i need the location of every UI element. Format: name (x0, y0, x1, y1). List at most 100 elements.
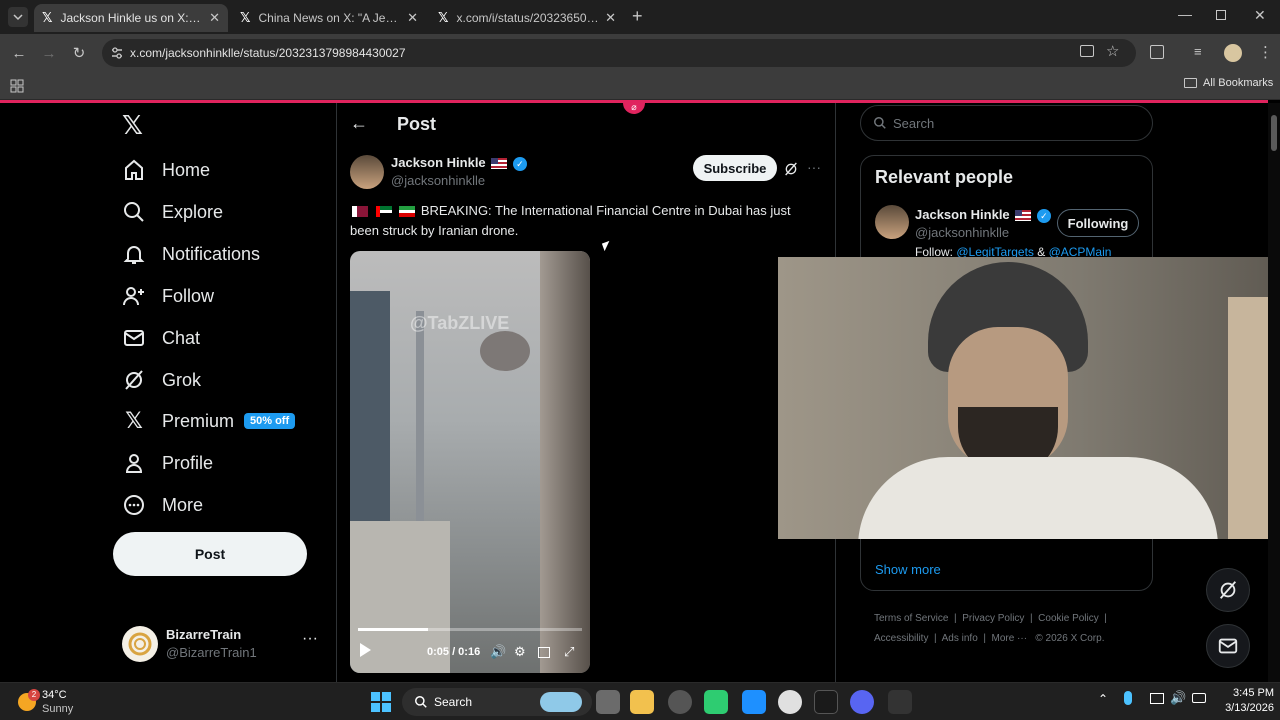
person-icon (120, 451, 148, 475)
play-button[interactable] (360, 643, 371, 657)
app-icon[interactable] (814, 690, 838, 714)
show-more-link[interactable]: Show more (875, 562, 941, 577)
new-tab-button[interactable]: + (632, 6, 643, 27)
person-avatar[interactable] (875, 205, 909, 239)
all-bookmarks-button[interactable]: All Bookmarks (1184, 77, 1273, 89)
app-icon[interactable] (704, 690, 728, 714)
microphone-icon[interactable] (1124, 691, 1132, 705)
weather-temp: 34°C (42, 689, 67, 701)
volume-icon[interactable]: 🔊 (1170, 690, 1186, 706)
search-highlight-icon (540, 692, 582, 712)
video-progress-track[interactable] (358, 628, 582, 631)
media-control-icon[interactable]: ≡ (1194, 44, 1202, 59)
apps-grid-icon[interactable] (10, 79, 24, 93)
forward-button[interactable]: → (38, 42, 60, 64)
sidebar-item-profile[interactable]: Profile (120, 445, 213, 481)
clock-time[interactable]: 3:45 PM (1214, 687, 1274, 699)
window-close-button[interactable]: ✕ (1254, 7, 1266, 24)
tweet-body: BREAKING: The International Financial Ce… (350, 203, 791, 238)
reload-button[interactable]: ↻ (68, 42, 90, 64)
close-icon[interactable]: ✕ (605, 10, 616, 26)
tray-overflow-icon[interactable]: ⌃ (1098, 692, 1108, 706)
post-column: ← Post Jackson Hinkle ✓ @jacksonhinklle … (336, 103, 836, 683)
footer-link[interactable]: More ··· (992, 633, 1028, 644)
extensions-icon[interactable] (1150, 45, 1164, 59)
browser-tab-bar: 𝕏 Jackson Hinkle us on X: "🇦🇪 AE 🇮 ✕ 𝕏 C… (0, 0, 1280, 34)
windows-taskbar: 2 34°C Sunny Search ⌃ 🔊 3:45 PM 3/13/202… (0, 682, 1280, 720)
sidebar-item-home[interactable]: Home (120, 152, 210, 188)
grok-icon[interactable] (783, 161, 799, 177)
footer-link[interactable]: Terms of Service (874, 613, 948, 624)
x-logo-icon[interactable]: 𝕏 (122, 110, 143, 141)
search-input[interactable]: Search (860, 105, 1153, 141)
battery-icon[interactable] (1192, 693, 1206, 703)
app-icon[interactable] (742, 690, 766, 714)
search-icon (415, 696, 427, 708)
close-icon[interactable]: ✕ (209, 10, 220, 26)
footer-link[interactable]: Privacy Policy (962, 613, 1024, 624)
footer-link[interactable]: Ads info (942, 633, 978, 644)
account-switcher[interactable]: BizarreTrain @BizarreTrain1 ··· (120, 622, 320, 666)
task-view-icon[interactable] (596, 690, 620, 714)
author-name-row[interactable]: Jackson Hinkle ✓ (391, 155, 527, 171)
footer-links: Terms of Service | Privacy Policy | Cook… (874, 613, 1107, 644)
menu-kebab-icon[interactable]: ⋮ (1258, 43, 1273, 61)
pip-icon[interactable] (538, 647, 550, 658)
chrome-icon[interactable] (778, 690, 802, 714)
file-explorer-icon[interactable] (630, 690, 654, 714)
volume-icon[interactable]: 🔊 (490, 644, 506, 660)
grok-float-button[interactable] (1206, 568, 1250, 612)
sidebar-item-grok[interactable]: Grok (120, 362, 201, 398)
following-button[interactable]: Following (1057, 209, 1139, 237)
us-flag-icon (1015, 210, 1032, 222)
footer-link[interactable]: Cookie Policy (1038, 613, 1099, 624)
back-button[interactable]: ← (8, 42, 30, 64)
browser-tab[interactable]: 𝕏 x.com/i/status/20323650729708 ✕ (430, 4, 624, 32)
author-avatar[interactable] (350, 155, 384, 189)
fullscreen-icon[interactable]: ⤢ (564, 644, 574, 660)
sidebar-item-more[interactable]: More (120, 487, 203, 523)
back-arrow-icon[interactable]: ← (350, 113, 368, 134)
messages-float-button[interactable] (1206, 624, 1250, 668)
weather-desc: Sunny (42, 703, 74, 715)
sidebar-item-chat[interactable]: Chat (120, 320, 200, 356)
home-icon (120, 158, 148, 182)
more-dots-icon[interactable]: ··· (302, 630, 318, 648)
taskbar-search[interactable]: Search (402, 688, 592, 716)
close-icon[interactable]: ✕ (407, 10, 418, 26)
network-icon[interactable] (1150, 693, 1164, 704)
clock-date[interactable]: 3/13/2026 (1214, 702, 1274, 714)
bookmark-star-icon[interactable]: ☆ (1106, 42, 1119, 60)
sidebar-item-label: Notifications (162, 243, 261, 264)
settings-gear-icon[interactable]: ⚙ (514, 644, 526, 660)
sidebar-item-notifications[interactable]: Notifications (120, 236, 260, 272)
page-scrollbar[interactable] (1268, 103, 1280, 682)
maximize-button[interactable] (1216, 10, 1226, 20)
sidebar-item-label: Premium (162, 410, 235, 431)
video-player[interactable]: @TabZLIVE 0:05 / 0:16 🔊 ⚙ ⤢ (350, 251, 590, 673)
person-name-row[interactable]: Jackson Hinkle ✓ (915, 207, 1051, 223)
more-dots-icon[interactable]: ··· (807, 159, 821, 175)
footer-link[interactable]: Accessibility (874, 633, 928, 644)
webcam-overlay (778, 257, 1280, 539)
sidebar-item-explore[interactable]: Explore (120, 194, 223, 230)
browser-tab[interactable]: 𝕏 Jackson Hinkle us on X: "🇦🇪 AE 🇮 ✕ (34, 4, 228, 32)
iran-flag-icon (399, 206, 416, 218)
post-button[interactable]: Post (113, 532, 307, 576)
sidebar-item-premium[interactable]: 𝕏 Premium 50% off (120, 403, 296, 439)
discord-icon[interactable] (850, 690, 874, 714)
subscribe-button[interactable]: Subscribe (693, 155, 777, 181)
sidebar-item-follow[interactable]: Follow (120, 278, 214, 314)
omnibox[interactable]: x.com/jacksonhinklle/status/203231379898… (102, 39, 1136, 67)
weather-widget[interactable]: 2 34°C Sunny (14, 687, 104, 717)
site-info-icon[interactable] (110, 46, 124, 60)
scrollbar-thumb[interactable] (1271, 115, 1277, 151)
profile-avatar[interactable] (1224, 44, 1242, 62)
tab-list-button[interactable] (8, 7, 28, 27)
windows-start-icon[interactable] (370, 691, 392, 713)
minimize-button[interactable]: — (1178, 6, 1192, 22)
app-icon[interactable] (888, 690, 912, 714)
browser-tab[interactable]: 𝕏 China News on X: "A Jewish Ra ✕ (232, 4, 426, 32)
install-app-icon[interactable] (1080, 45, 1094, 57)
app-icon[interactable] (668, 690, 692, 714)
